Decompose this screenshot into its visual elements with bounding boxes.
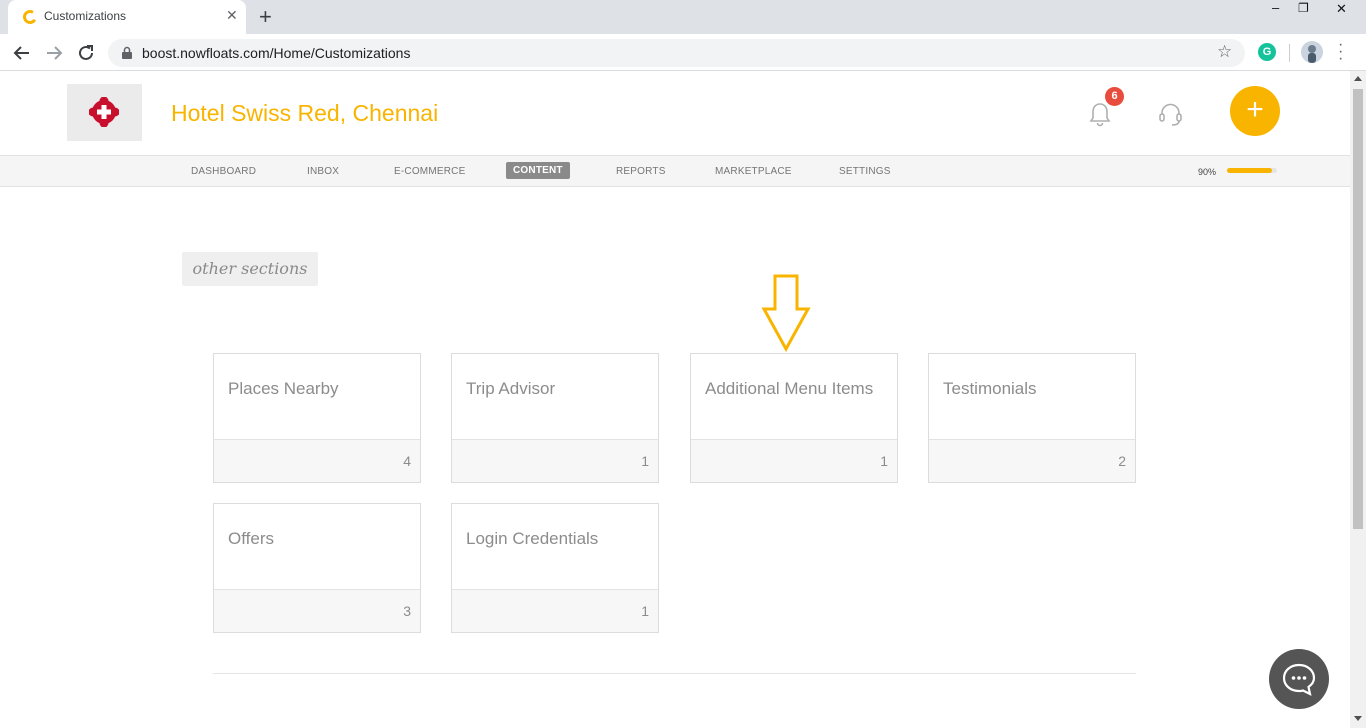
- down-arrow-annotation-icon: [761, 274, 811, 353]
- page-scrollbar[interactable]: [1350, 71, 1366, 728]
- nav-marketplace[interactable]: MARKETPLACE: [715, 166, 792, 177]
- nav-inbox[interactable]: INBOX: [307, 166, 339, 177]
- card-count: 1: [880, 453, 888, 469]
- chat-icon: [1282, 663, 1316, 697]
- minimize-icon[interactable]: –: [1272, 0, 1279, 15]
- card-offers[interactable]: Offers 3: [213, 503, 421, 633]
- toolbar-separator: [1289, 44, 1290, 62]
- card-title: Offers: [228, 529, 274, 548]
- card-count: 2: [1118, 453, 1126, 469]
- tab-title: Customizations: [44, 9, 127, 23]
- plus-icon[interactable]: +: [259, 4, 272, 30]
- card-title: Trip Advisor: [466, 379, 556, 398]
- card-footer: 2: [929, 439, 1135, 482]
- business-name[interactable]: Hotel Swiss Red, Chennai: [171, 100, 438, 127]
- card-footer: 1: [452, 439, 658, 482]
- forward-arrow-icon[interactable]: [43, 42, 65, 64]
- grammarly-extension-icon[interactable]: G: [1258, 43, 1276, 61]
- scroll-thumb[interactable]: [1353, 89, 1363, 529]
- card-count: 4: [403, 453, 411, 469]
- browser-toolbar: boost.nowfloats.com/Home/Customizations …: [0, 34, 1366, 71]
- chat-widget-button[interactable]: [1269, 649, 1329, 709]
- card-title: Login Credentials: [466, 529, 599, 548]
- card-count: 1: [641, 453, 649, 469]
- card-title: Testimonials: [943, 379, 1037, 398]
- window-close-icon[interactable]: ✕: [1336, 1, 1347, 17]
- restore-icon[interactable]: ❐: [1298, 1, 1309, 15]
- nav-content[interactable]: CONTENT: [506, 162, 570, 179]
- headset-icon[interactable]: [1158, 101, 1183, 127]
- nowfloats-c-icon: [23, 10, 37, 24]
- main-nav: DASHBOARD INBOX E-COMMERCE CONTENT REPOR…: [0, 155, 1350, 187]
- card-footer: 3: [214, 589, 420, 632]
- notification-badge: 6: [1105, 87, 1124, 106]
- back-arrow-icon[interactable]: [11, 42, 33, 64]
- bell-icon[interactable]: [1089, 101, 1111, 127]
- card-title: Additional Menu Items: [705, 379, 874, 398]
- card-login-credentials[interactable]: Login Credentials 1: [451, 503, 659, 633]
- card-footer: 1: [691, 439, 897, 482]
- scroll-up-arrow-icon[interactable]: [1354, 76, 1362, 81]
- page-content: Hotel Swiss Red, Chennai 6 + DASHBOARD I…: [0, 71, 1350, 728]
- card-places-nearby[interactable]: Places Nearby 4: [213, 353, 421, 483]
- card-additional-menu-items[interactable]: Additional Menu Items 1: [690, 353, 898, 483]
- star-icon[interactable]: ☆: [1217, 42, 1232, 62]
- add-button[interactable]: +: [1230, 86, 1280, 136]
- profile-avatar[interactable]: [1301, 41, 1323, 63]
- nav-ecommerce[interactable]: E-COMMERCE: [394, 166, 465, 177]
- card-trip-advisor[interactable]: Trip Advisor 1: [451, 353, 659, 483]
- kebab-menu-icon[interactable]: · · ·: [1338, 37, 1343, 67]
- scroll-down-arrow-icon[interactable]: [1354, 716, 1362, 721]
- address-bar[interactable]: boost.nowfloats.com/Home/Customizations …: [108, 39, 1245, 67]
- lock-icon: [122, 46, 132, 59]
- url-text: boost.nowfloats.com/Home/Customizations: [142, 45, 411, 61]
- content-divider: [213, 673, 1136, 674]
- card-footer: 1: [452, 589, 658, 632]
- section-heading: other sections: [182, 252, 318, 286]
- profile-progress-fill: [1227, 168, 1272, 173]
- card-count: 3: [403, 603, 411, 619]
- nav-settings[interactable]: SETTINGS: [839, 166, 891, 177]
- nav-reports[interactable]: REPORTS: [616, 166, 666, 177]
- swiss-cross-logo-icon: [89, 97, 119, 127]
- browser-tab[interactable]: Customizations ✕: [8, 0, 246, 34]
- card-title: Places Nearby: [228, 379, 339, 398]
- card-count: 1: [641, 603, 649, 619]
- profile-progress-bar: [1227, 168, 1277, 173]
- close-icon[interactable]: ✕: [226, 7, 238, 24]
- card-testimonials[interactable]: Testimonials 2: [928, 353, 1136, 483]
- profile-progress-label: 90%: [1198, 167, 1217, 177]
- card-footer: 4: [214, 439, 420, 482]
- reload-icon[interactable]: [75, 42, 97, 64]
- nav-dashboard[interactable]: DASHBOARD: [191, 166, 256, 177]
- business-logo[interactable]: [67, 84, 142, 141]
- browser-tabstrip: Customizations ✕ + – ❐ ✕: [0, 0, 1366, 34]
